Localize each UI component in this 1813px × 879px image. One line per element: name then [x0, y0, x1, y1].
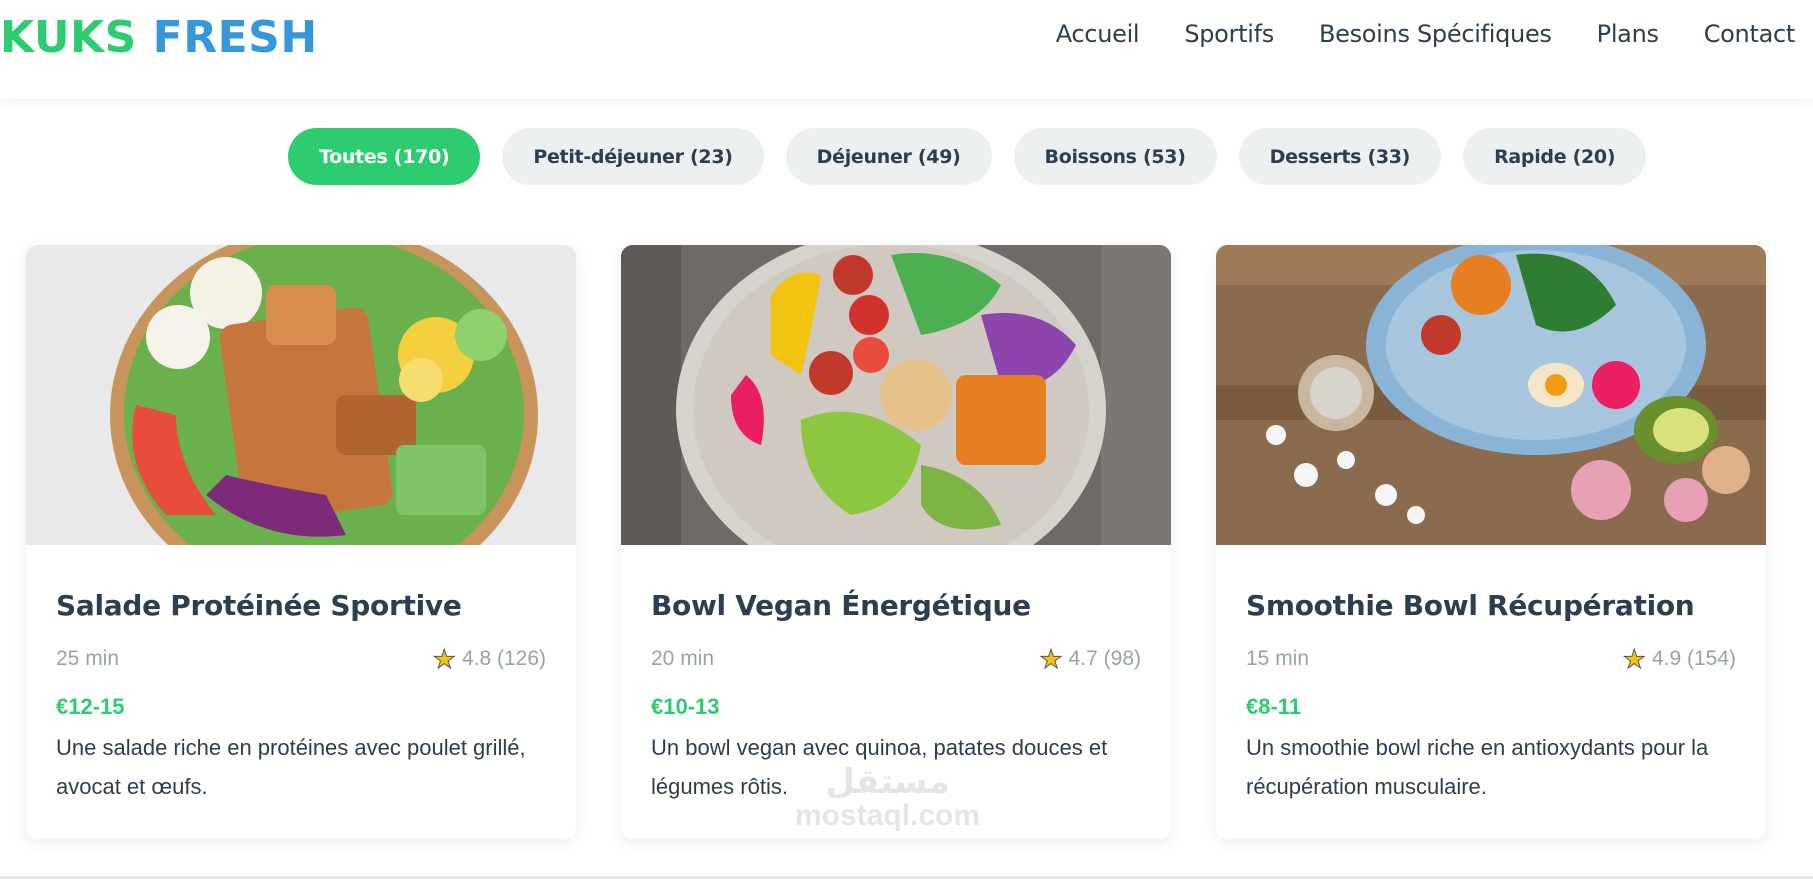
rating: ★ 4.9 (154) [1622, 644, 1736, 674]
category-filters: Toutes (170) Petit-déjeuner (23) Déjeune… [288, 128, 1647, 185]
recipe-meta: 20 min ★ 4.7 (98) [651, 644, 1141, 674]
brand-part-1: KUKS [0, 12, 137, 63]
rating: ★ 4.8 (126) [432, 644, 546, 674]
price: €10-13 [651, 694, 720, 719]
recipe-description: Une salade riche en protéines avec poule… [56, 735, 526, 799]
price: €8-11 [1246, 694, 1302, 719]
nav-besoins-specifiques[interactable]: Besoins Spécifiques [1319, 20, 1552, 48]
recipe-card[interactable]: Salade Protéinée Sportive 25 min ★ 4.8 (… [26, 245, 576, 839]
smoothie-bowl-photo [1216, 245, 1766, 545]
rating: ★ 4.7 (98) [1039, 644, 1141, 674]
rating-value: 4.8 (126) [461, 647, 546, 670]
recipe-title[interactable]: Smoothie Bowl Récupération [1246, 589, 1736, 622]
filter-quick-button[interactable]: Rapide (20) [1463, 128, 1647, 185]
filter-all-button[interactable]: Toutes (170) [288, 128, 481, 185]
recipe-description: Un smoothie bowl riche en antioxydants p… [1246, 735, 1709, 799]
salad-bowl-photo [26, 245, 576, 545]
brand-part-2: FRESH [152, 12, 318, 63]
prep-time: 25 min [56, 647, 120, 670]
star-icon: ★ [1622, 644, 1646, 674]
nav-plans[interactable]: Plans [1597, 20, 1659, 48]
recipe-card[interactable]: Bowl Vegan Énergétique 20 min ★ 4.7 (98)… [621, 245, 1171, 839]
vegan-bowl-photo [621, 245, 1171, 545]
recipe-card[interactable]: Smoothie Bowl Récupération 15 min ★ 4.9 … [1216, 245, 1766, 839]
star-icon: ★ [432, 644, 456, 674]
main-nav: Accueil Sportifs Besoins Spécifiques Pla… [1056, 20, 1796, 48]
star-icon: ★ [1039, 644, 1063, 674]
filter-breakfast-button[interactable]: Petit-déjeuner (23) [502, 128, 764, 185]
nav-contact[interactable]: Contact [1704, 20, 1796, 48]
filter-drinks-button[interactable]: Boissons (53) [1013, 128, 1217, 185]
prep-time: 15 min [1246, 647, 1310, 670]
filter-desserts-button[interactable]: Desserts (33) [1238, 128, 1442, 185]
prep-time: 20 min [651, 647, 715, 670]
price: €12-15 [56, 694, 125, 719]
recipe-title[interactable]: Salade Protéinée Sportive [56, 589, 546, 622]
nav-sportifs[interactable]: Sportifs [1184, 20, 1274, 48]
watermark-url: mostaql.com [795, 799, 981, 832]
rating-value: 4.9 (154) [1651, 647, 1736, 670]
recipe-meta: 25 min ★ 4.8 (126) [56, 644, 546, 674]
brand-logo[interactable]: KUKS FRESH [0, 12, 318, 63]
watermark: مستقل mostaql.com [795, 765, 980, 831]
watermark-arabic: مستقل [825, 763, 950, 801]
site-header: KUKS FRESH Accueil Sportifs Besoins Spéc… [0, 0, 1813, 99]
nav-accueil[interactable]: Accueil [1056, 20, 1140, 48]
filter-lunch-button[interactable]: Déjeuner (49) [785, 128, 992, 185]
recipe-meta: 15 min ★ 4.9 (154) [1246, 644, 1736, 674]
rating-value: 4.7 (98) [1068, 647, 1141, 670]
recipe-title[interactable]: Bowl Vegan Énergétique [651, 589, 1141, 622]
